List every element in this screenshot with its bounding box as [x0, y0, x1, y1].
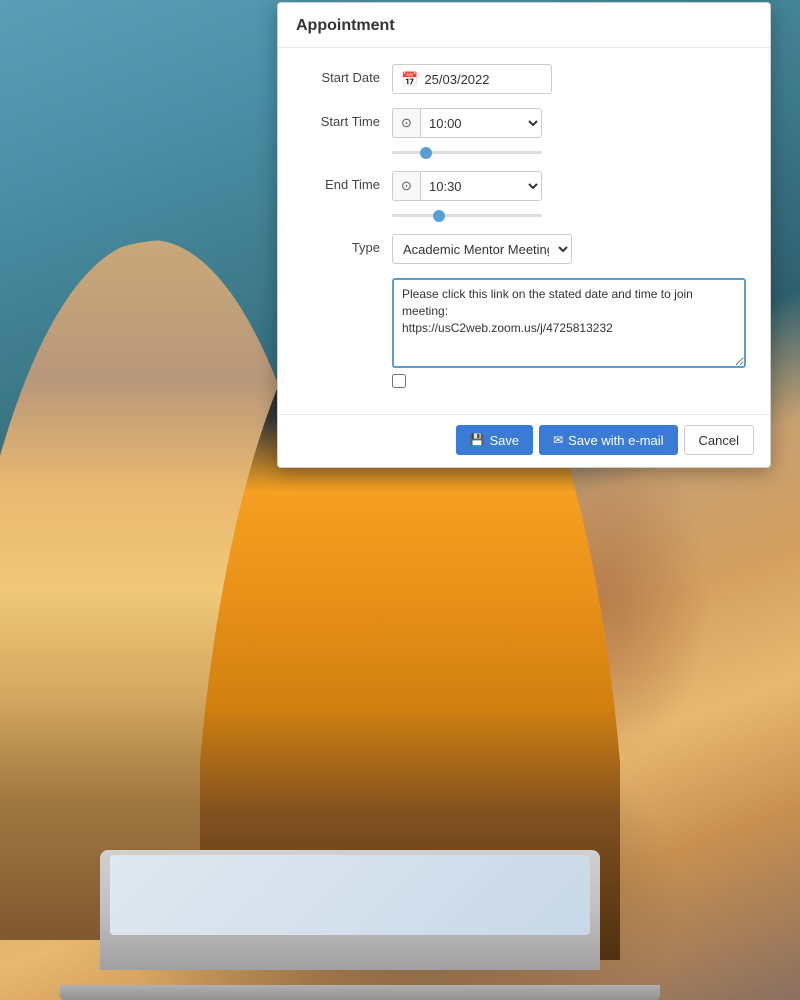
save-button[interactable]: 💾 Save [456, 425, 534, 455]
end-time-select[interactable]: 10:00 10:30 11:00 11:30 12:00 [420, 171, 542, 201]
end-time-row: End Time ⊙ 10:00 10:30 11:00 11:30 12:00 [302, 171, 746, 220]
start-time-slider[interactable] [392, 151, 542, 154]
start-date-control: 📅 [392, 64, 746, 94]
end-time-select-wrapper: ⊙ 10:00 10:30 11:00 11:30 12:00 [392, 171, 542, 201]
start-time-label: Start Time [302, 108, 392, 129]
end-time-clock-icon: ⊙ [392, 171, 420, 201]
start-time-slider-wrap [392, 142, 542, 157]
laptop-body [100, 850, 600, 970]
notes-checkbox[interactable] [392, 374, 406, 388]
modal-footer: 💾 Save ✉ Save with e-mail Cancel [278, 414, 770, 467]
type-control: Academic Mentor Meeting Tutorial Lecture… [392, 234, 746, 264]
end-time-slider-wrap [392, 205, 542, 220]
start-time-control: ⊙ 09:00 09:30 10:00 10:30 11:00 [392, 108, 746, 157]
checkbox-wrap [392, 374, 746, 388]
notes-textarea[interactable]: Please click this link on the stated dat… [392, 278, 746, 368]
end-time-label: End Time [302, 171, 392, 192]
modal-header: Appointment [278, 3, 770, 48]
notes-row: Please click this link on the stated dat… [302, 278, 746, 388]
start-date-input[interactable] [424, 72, 600, 87]
type-select-wrapper: Academic Mentor Meeting Tutorial Lecture… [392, 234, 572, 264]
notes-label [302, 278, 392, 284]
modal-title: Appointment [296, 17, 395, 34]
calendar-icon: 📅 [401, 71, 418, 88]
save-icon: 💾 [470, 433, 485, 447]
save-email-button-label: Save with e-mail [568, 433, 663, 448]
start-date-input-wrapper: 📅 [392, 64, 552, 94]
cancel-button-label: Cancel [699, 433, 739, 448]
save-button-label: Save [489, 433, 519, 448]
modal-body: Start Date 📅 Start Time ⊙ 09:00 09:30 10… [278, 48, 770, 414]
type-select[interactable]: Academic Mentor Meeting Tutorial Lecture… [392, 234, 572, 264]
end-time-control: ⊙ 10:00 10:30 11:00 11:30 12:00 [392, 171, 746, 220]
notes-control: Please click this link on the stated dat… [392, 278, 746, 388]
appointment-modal: Appointment Start Date 📅 Start Time ⊙ 09… [277, 2, 771, 468]
start-date-row: Start Date 📅 [302, 64, 746, 94]
cancel-button[interactable]: Cancel [684, 425, 754, 455]
email-icon: ✉ [553, 433, 563, 447]
start-date-label: Start Date [302, 64, 392, 85]
save-with-email-button[interactable]: ✉ Save with e-mail [539, 425, 677, 455]
laptop-screen [110, 855, 590, 935]
start-time-select-wrapper: ⊙ 09:00 09:30 10:00 10:30 11:00 [392, 108, 542, 138]
laptop-base [60, 985, 660, 1000]
start-time-row: Start Time ⊙ 09:00 09:30 10:00 10:30 11:… [302, 108, 746, 157]
start-time-select[interactable]: 09:00 09:30 10:00 10:30 11:00 [420, 108, 542, 138]
start-time-clock-icon: ⊙ [392, 108, 420, 138]
type-row: Type Academic Mentor Meeting Tutorial Le… [302, 234, 746, 264]
end-time-slider[interactable] [392, 214, 542, 217]
type-label: Type [302, 234, 392, 255]
